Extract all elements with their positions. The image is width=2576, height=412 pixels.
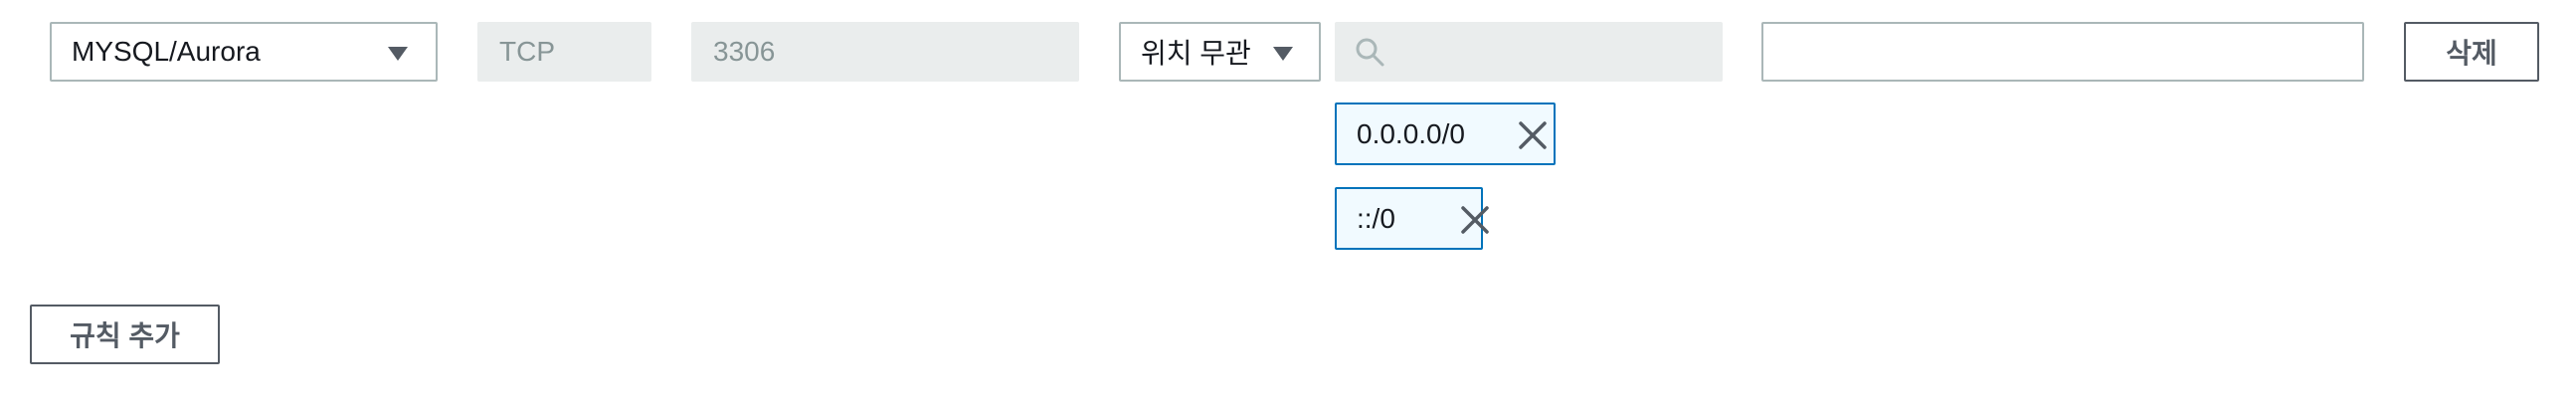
- protocol-value: TCP: [499, 36, 555, 67]
- rule-type-value: MYSQL/Aurora: [72, 36, 261, 67]
- caret-down-icon: [388, 47, 408, 61]
- protocol-field: TCP: [477, 22, 651, 82]
- rule-type-select[interactable]: MYSQL/Aurora: [50, 22, 438, 82]
- add-rule-label: 규칙 추가: [70, 320, 180, 351]
- close-icon[interactable]: [1458, 203, 1492, 237]
- source-value: 위치 무관: [1141, 38, 1251, 69]
- description-input[interactable]: [1761, 22, 2364, 82]
- close-icon[interactable]: [1516, 118, 1550, 152]
- source-select[interactable]: 위치 무관: [1119, 22, 1321, 82]
- cidr-token: 0.0.0.0/0: [1335, 103, 1556, 165]
- cidr-search-input[interactable]: [1335, 22, 1723, 82]
- delete-rule-label: 삭제: [2446, 38, 2497, 69]
- cidr-token: ::/0: [1335, 187, 1489, 250]
- delete-rule-button[interactable]: 삭제: [2404, 22, 2539, 82]
- cidr-token-label: 0.0.0.0/0: [1357, 117, 1465, 149]
- port-range-field: 3306: [691, 22, 1079, 82]
- port-range-value: 3306: [713, 36, 776, 67]
- cidr-token-label: ::/0: [1357, 202, 1395, 234]
- add-rule-button[interactable]: 규칙 추가: [30, 305, 220, 364]
- search-icon: [1353, 35, 1386, 69]
- caret-down-icon: [1273, 47, 1293, 61]
